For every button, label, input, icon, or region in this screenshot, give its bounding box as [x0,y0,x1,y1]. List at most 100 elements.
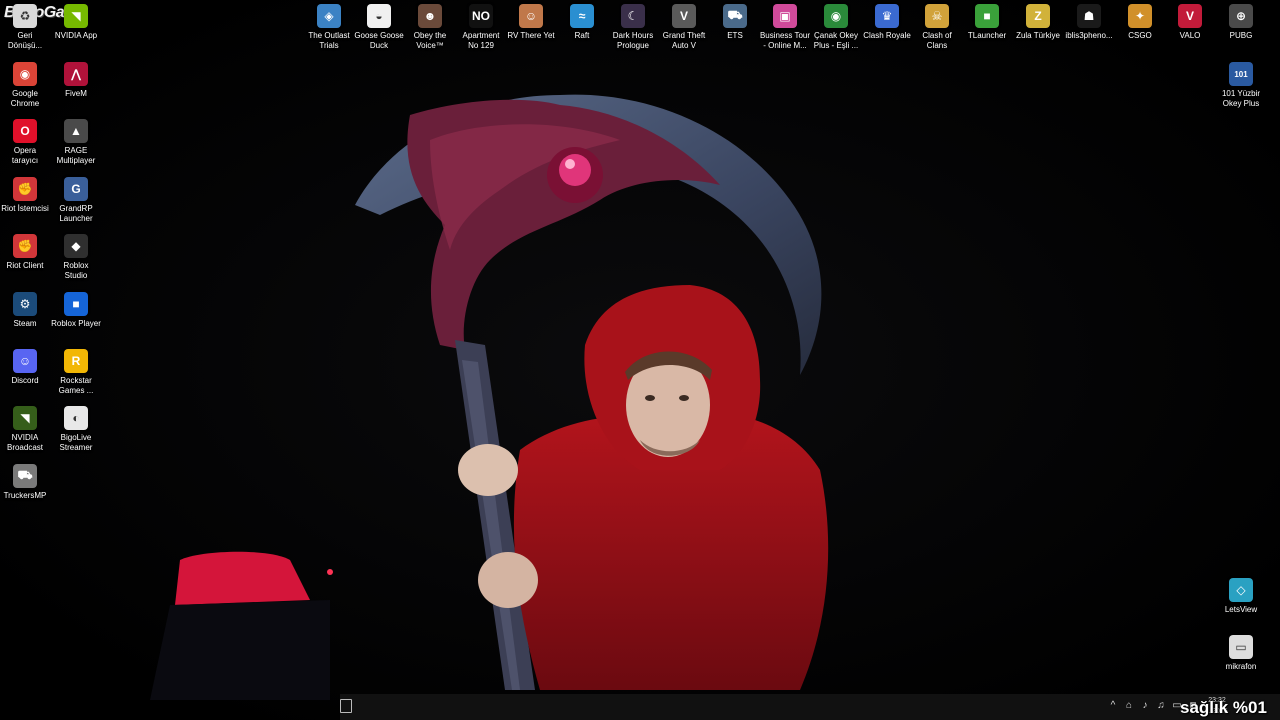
desktop-shortcut-truckersmp[interactable]: ⛟ TruckersMP [0,464,50,501]
desktop-shortcut-label: Roblox Studio [63,261,89,280]
ets-icon: ⛟ [723,4,747,28]
desktop-shortcut-iblis[interactable]: ☗ iblis3pheno... [1064,4,1114,41]
desktop-shortcut-label: Roblox Player [51,319,101,328]
nvidia-icon: ◥ [64,4,88,28]
business-tour-icon: ▣ [773,4,797,28]
desktop-shortcut-label: Zula Türkiye [1016,31,1060,40]
desktop-shortcut-label: CSGO [1128,31,1152,40]
desktop-shortcut-rockstar[interactable]: R Rockstar Games ... [51,349,101,396]
desktop-shortcut-nvidia-broadcast[interactable]: ◥ NVIDIA Broadcast [0,406,50,453]
desktop-shortcut-valo[interactable]: V VALO [1165,4,1215,41]
iblis-icon: ☗ [1077,4,1101,28]
desktop-shortcut-zula[interactable]: Z Zula Türkiye [1013,4,1063,41]
desktop-shortcut-goose[interactable]: ◒ Goose Goose Duck [354,4,404,51]
desktop-shortcut-label: NVIDIA App [54,31,98,40]
gta-icon: V [672,4,696,28]
desktop-shortcut-letsview[interactable]: ◇ LetsView [1216,578,1266,615]
grandrp-icon: G [64,177,88,201]
bigolive-icon: ◐ [64,406,88,430]
recycle-bin-icon: ♻ [13,4,37,28]
desktop-shortcut-business-tour[interactable]: ▣ Business Tour - Online M... [760,4,810,51]
desktop-shortcut-rv[interactable]: ☺ RV There Yet [506,4,556,41]
desktop-shortcut-steam[interactable]: ⚙ Steam [0,292,50,329]
taskbar-window-icon[interactable] [340,699,352,713]
desktop-shortcut-canak-okey[interactable]: ◉ Çanak Okey Plus - Eşli ... [811,4,861,51]
tlauncher-icon: ■ [975,4,999,28]
steam-icon: ⚙ [13,292,37,316]
desktop-shortcut-okey-plus[interactable]: 101 101 Yüzbir Okey Plus [1216,62,1266,109]
microphone-icon[interactable]: ♪ [1140,700,1150,712]
desktop-shortcut-tlauncher[interactable]: ■ TLauncher [962,4,1012,41]
zula-icon: Z [1026,4,1050,28]
desktop-shortcut-label: Çanak Okey Plus - Eşli ... [813,31,859,50]
desktop-shortcut-label: mikrafon [1225,662,1257,671]
csgo-icon: ✦ [1128,4,1152,28]
desktop-shortcut-raft[interactable]: ≈ Raft [557,4,607,41]
rv-icon: ☺ [519,4,543,28]
pubg-icon: ⊕ [1229,4,1253,28]
desktop-shortcut-riot[interactable]: ✊ Riot İstemcisi [0,177,50,214]
network-icon[interactable]: ⌂ [1124,700,1134,712]
desktop-shortcut-label: Raft [574,31,590,40]
rockstar-icon: R [64,349,88,373]
desktop-shortcut-label: Apartment No 129 [462,31,500,50]
desktop-shortcut-apartment[interactable]: NO Apartment No 129 [456,4,506,51]
taskbar [340,694,1280,720]
opera-icon: O [13,119,37,143]
desktop-wallpaper [0,0,1280,720]
desktop-shortcut-roblox-studio[interactable]: ◆ Roblox Studio [51,234,101,281]
desktop-shortcut-discord[interactable]: ☺ Discord [0,349,50,386]
desktop-shortcut-obey-voice[interactable]: ☻ Obey the Voice™ [405,4,455,51]
desktop-shortcut-label: ETS [727,31,743,40]
chevron-up-icon[interactable]: ^ [1108,700,1118,712]
desktop-shortcut-label: 101 Yüzbir Okey Plus [1221,89,1261,108]
desktop-shortcut-label: PUBG [1229,31,1253,40]
desktop-shortcut-label: Riot İstemcisi [1,204,49,213]
desktop-shortcut-riot-client[interactable]: ✊ Riot Client [0,234,50,271]
desktop-shortcut-fivem[interactable]: ⋀ FiveM [51,62,101,99]
desktop-shortcut-label: Opera tarayıcı [11,146,39,165]
truckersmp-icon: ⛟ [13,464,37,488]
desktop-shortcut-clash-royale[interactable]: ♛ Clash Royale [862,4,912,41]
desktop-shortcut-label: Business Tour - Online M... [759,31,811,50]
desktop-shortcut-ets[interactable]: ⛟ ETS [710,4,760,41]
desktop-shortcut-gta[interactable]: V Grand Theft Auto V [659,4,709,51]
desktop-shortcut-roblox-player[interactable]: ■ Roblox Player [51,292,101,329]
dark-hours-icon: ☾ [621,4,645,28]
desktop-shortcut-label: TLauncher [967,31,1007,40]
riot-icon: ✊ [13,177,37,201]
stream-health-overlay: sağlık %01 [1180,698,1267,717]
obey-voice-icon: ☻ [418,4,442,28]
desktop-shortcut-label: Clash Royale [863,31,911,40]
roblox-player-icon: ■ [64,292,88,316]
desktop-shortcut-nvidia[interactable]: ◥ NVIDIA App [51,4,101,41]
desktop-shortcut-pubg[interactable]: ⊕ PUBG [1216,4,1266,41]
mikrafon-file-icon: ▭ [1229,635,1253,659]
desktop-shortcut-chrome[interactable]: ◉ Google Chrome [0,62,50,109]
clash-royale-icon: ♛ [875,4,899,28]
desktop-shortcut-label: Obey the Voice™ [413,31,447,50]
desktop-shortcut-grandrp[interactable]: G GrandRP Launcher [51,177,101,224]
desktop-shortcut-label: Riot Client [6,261,44,270]
desktop-shortcut-label: Google Chrome [10,89,40,108]
desktop-shortcut-outlast[interactable]: ◈ The Outlast Trials [304,4,354,51]
desktop-shortcut-csgo[interactable]: ✦ CSGO [1115,4,1165,41]
letsview-icon: ◇ [1229,578,1253,602]
desktop-shortcut-dark-hours[interactable]: ☾ Dark Hours Prologue [608,4,658,51]
valo-icon: V [1178,4,1202,28]
desktop-shortcut-rage[interactable]: ▲ RAGE Multiplayer [51,119,101,166]
desktop-shortcut-mikrafon-file[interactable]: ▭ mikrafon [1216,635,1266,672]
desktop-shortcut-bigolive[interactable]: ◐ BigoLive Streamer [51,406,101,453]
desktop-shortcut-label: Geri Dönüşü... [7,31,43,50]
chrome-icon: ◉ [13,62,37,86]
nvidia-broadcast-icon: ◥ [13,406,37,430]
lower-hand [478,552,538,608]
desktop-shortcut-recycle-bin[interactable]: ♻ Geri Dönüşü... [0,4,50,51]
volume-icon[interactable]: ♫ [1156,700,1166,712]
clash-clans-icon: ☠ [925,4,949,28]
desktop-shortcut-label: TruckersMP [3,491,47,500]
desktop-shortcut-opera[interactable]: O Opera tarayıcı [0,119,50,166]
rage-icon: ▲ [64,119,88,143]
desktop-shortcut-label: FiveM [65,89,87,98]
desktop-shortcut-clash-clans[interactable]: ☠ Clash of Clans [912,4,962,51]
